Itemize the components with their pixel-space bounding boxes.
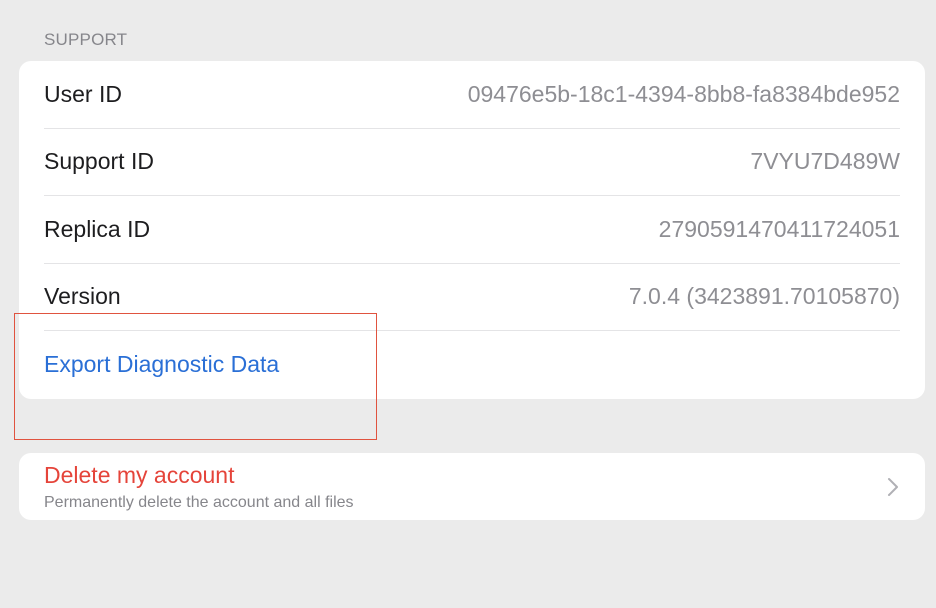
version-value: 7.0.4 (3423891.70105870)	[628, 283, 900, 310]
support-section-header: SUPPORT	[44, 30, 128, 49]
replica-id-row: Replica ID 2790591470411724051	[44, 196, 900, 264]
support-id-row: Support ID 7VYU7D489W	[44, 129, 900, 196]
support-id-label: Support ID	[44, 148, 154, 175]
chevron-right-icon	[888, 478, 898, 496]
version-label: Version	[44, 283, 121, 310]
export-diagnostic-data-button[interactable]: Export Diagnostic Data	[44, 351, 279, 378]
user-id-label: User ID	[44, 80, 122, 107]
support-card: User ID 09476e5b-18c1-4394-8bb8-fa8384bd…	[19, 61, 925, 399]
user-id-value: 09476e5b-18c1-4394-8bb8-fa8384bde952	[467, 80, 900, 107]
replica-id-label: Replica ID	[44, 215, 151, 242]
delete-account-button[interactable]: Delete my account Permanently delete the…	[19, 453, 925, 520]
version-row: Version 7.0.4 (3423891.70105870)	[44, 264, 900, 331]
delete-account-title: Delete my account	[44, 462, 235, 488]
support-id-value: 7VYU7D489W	[750, 148, 900, 175]
user-id-row: User ID 09476e5b-18c1-4394-8bb8-fa8384bd…	[44, 61, 900, 129]
export-diagnostic-row[interactable]: Export Diagnostic Data	[44, 331, 900, 399]
replica-id-value: 2790591470411724051	[658, 215, 900, 242]
delete-account-subtitle: Permanently delete the account and all f…	[44, 494, 354, 511]
